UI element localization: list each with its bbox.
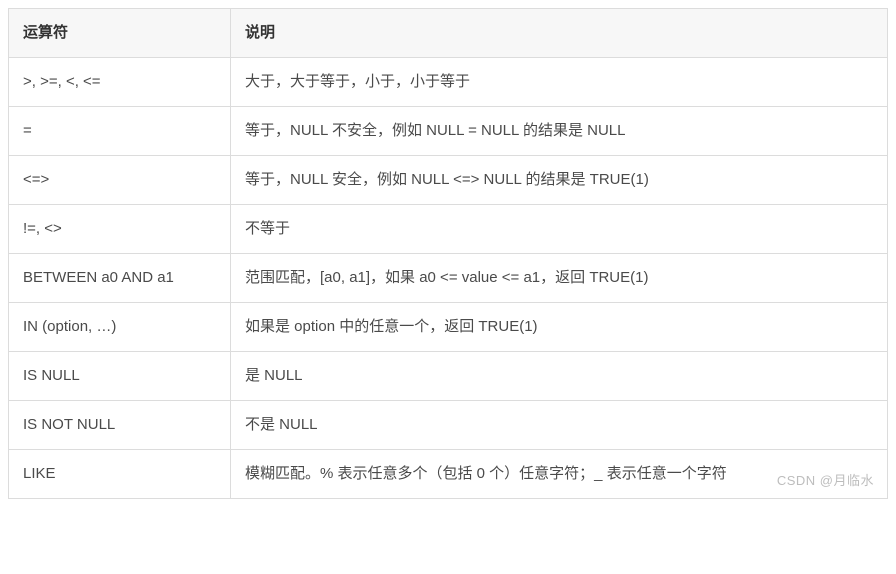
cell-description: 等于，NULL 安全，例如 NULL <=> NULL 的结果是 TRUE(1) xyxy=(231,156,888,205)
cell-operator: IN (option, …) xyxy=(9,303,231,352)
cell-description: 如果是 option 中的任意一个，返回 TRUE(1) xyxy=(231,303,888,352)
cell-description: 是 NULL xyxy=(231,352,888,401)
table-header-row: 运算符 说明 xyxy=(9,9,888,58)
table-wrapper: 运算符 说明 >, >=, <, <= 大于，大于等于，小于，小于等于 = 等于… xyxy=(8,8,888,499)
table-row: = 等于，NULL 不安全，例如 NULL = NULL 的结果是 NULL xyxy=(9,107,888,156)
cell-operator: IS NOT NULL xyxy=(9,401,231,450)
cell-operator: >, >=, <, <= xyxy=(9,58,231,107)
cell-operator: = xyxy=(9,107,231,156)
cell-description: 模糊匹配。% 表示任意多个（包括 0 个）任意字符；_ 表示任意一个字符 xyxy=(231,450,888,499)
table-row: >, >=, <, <= 大于，大于等于，小于，小于等于 xyxy=(9,58,888,107)
cell-description: 范围匹配，[a0, a1]，如果 a0 <= value <= a1，返回 TR… xyxy=(231,254,888,303)
table-row: <=> 等于，NULL 安全，例如 NULL <=> NULL 的结果是 TRU… xyxy=(9,156,888,205)
header-operator: 运算符 xyxy=(9,9,231,58)
table-row: IS NOT NULL 不是 NULL xyxy=(9,401,888,450)
table-row: !=, <> 不等于 xyxy=(9,205,888,254)
table-row: IS NULL 是 NULL xyxy=(9,352,888,401)
table-row: LIKE 模糊匹配。% 表示任意多个（包括 0 个）任意字符；_ 表示任意一个字… xyxy=(9,450,888,499)
operators-table: 运算符 说明 >, >=, <, <= 大于，大于等于，小于，小于等于 = 等于… xyxy=(8,8,888,499)
cell-description: 等于，NULL 不安全，例如 NULL = NULL 的结果是 NULL xyxy=(231,107,888,156)
cell-operator: <=> xyxy=(9,156,231,205)
table-row: BETWEEN a0 AND a1 范围匹配，[a0, a1]，如果 a0 <=… xyxy=(9,254,888,303)
table-row: IN (option, …) 如果是 option 中的任意一个，返回 TRUE… xyxy=(9,303,888,352)
cell-operator: BETWEEN a0 AND a1 xyxy=(9,254,231,303)
cell-description: 不是 NULL xyxy=(231,401,888,450)
header-description: 说明 xyxy=(231,9,888,58)
cell-description: 不等于 xyxy=(231,205,888,254)
cell-operator: !=, <> xyxy=(9,205,231,254)
cell-operator: IS NULL xyxy=(9,352,231,401)
cell-operator: LIKE xyxy=(9,450,231,499)
cell-description: 大于，大于等于，小于，小于等于 xyxy=(231,58,888,107)
